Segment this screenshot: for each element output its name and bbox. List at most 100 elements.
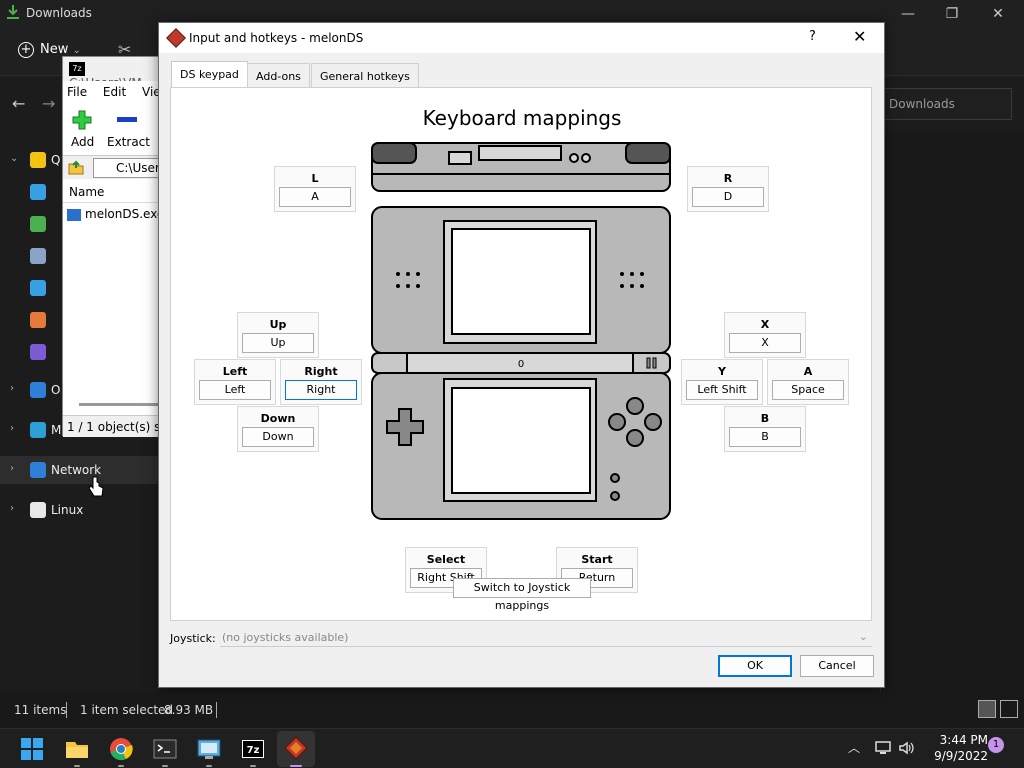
mapping-up: Up Up [237, 312, 319, 358]
keyboard-mappings-heading: Keyboard mappings [422, 106, 622, 130]
chevron-down-icon: ⌄ [72, 45, 81, 56]
volume-icon[interactable] [898, 740, 916, 756]
back-arrow-icon[interactable]: ← [12, 94, 25, 113]
melonds-taskbar-button[interactable] [277, 731, 315, 767]
network-icon[interactable] [874, 740, 892, 756]
menu-file[interactable]: File [67, 85, 87, 99]
nav-item-icon [30, 344, 46, 360]
key-right-button[interactable]: Right [285, 380, 357, 400]
chevron-down-icon: ⌄ [858, 630, 868, 643]
control-panel-icon[interactable] [195, 735, 223, 763]
folder-up-icon[interactable] [67, 158, 85, 176]
explorer-title: Downloads [26, 6, 92, 20]
file-explorer-icon[interactable] [63, 735, 91, 763]
key-left-button[interactable]: Left [199, 380, 271, 400]
nav-item-icon [30, 248, 46, 264]
running-indicator [162, 765, 168, 767]
key-r-button[interactable]: D [692, 187, 764, 207]
nav-item-icon [30, 422, 46, 438]
add-button[interactable]: Add [67, 105, 103, 153]
list-item[interactable]: melonDS.exe [67, 207, 164, 221]
chevron-right-icon[interactable]: › [10, 423, 14, 434]
mapping-down: Down Down [237, 406, 319, 452]
sevenzip-taskbar-icon[interactable]: 7z [239, 735, 267, 763]
running-indicator [206, 765, 212, 767]
mapping-x: X X [724, 312, 806, 358]
download-icon [7, 5, 19, 19]
nav-item-linux[interactable]: › Linux [0, 496, 158, 524]
details-view-icon[interactable] [978, 700, 996, 718]
key-a-button[interactable]: Space [772, 380, 844, 400]
cancel-button[interactable]: Cancel [800, 655, 874, 677]
terminal-icon[interactable] [151, 735, 179, 763]
status-separator [216, 702, 217, 718]
chevron-right-icon[interactable]: › [10, 383, 14, 394]
nav-item-icon [30, 382, 46, 398]
joystick-select[interactable]: (no joysticks available) ⌄ [220, 629, 872, 647]
key-l-button[interactable]: A [279, 187, 351, 207]
clock-time: 3:44 PM [939, 733, 988, 747]
column-header-name[interactable]: Name [63, 181, 163, 203]
nav-item-label: O [51, 383, 61, 397]
key-up-button[interactable]: Up [242, 333, 314, 353]
extract-minus-icon [117, 117, 137, 122]
system-clock[interactable]: 3:44 PM 9/9/2022 [928, 732, 988, 764]
windows-start-icon[interactable] [18, 735, 46, 763]
chevron-down-icon[interactable]: ⌄ [10, 153, 18, 164]
minimize-icon[interactable]: — [898, 4, 918, 24]
chevron-right-icon[interactable]: › [10, 503, 14, 514]
svg-text:7z: 7z [247, 745, 260, 756]
active-indicator [290, 765, 302, 767]
tab-add-ons[interactable]: Add-ons [247, 63, 310, 87]
nav-item-icon [30, 216, 46, 232]
sevenzip-file-list: Name melonDS.exe [63, 181, 164, 411]
key-x-button[interactable]: X [729, 333, 801, 353]
chevron-up-icon[interactable]: ︿ [848, 739, 860, 756]
ok-button[interactable]: OK [718, 655, 792, 677]
dialog-titlebar: Input and hotkeys - melonDS ? ✕ [159, 23, 884, 53]
help-icon[interactable]: ? [809, 29, 816, 44]
explorer-status-bar: 11 items 1 item selected 8.93 MB [0, 692, 1024, 728]
menu-edit[interactable]: Edit [103, 85, 126, 99]
key-y-button[interactable]: Left Shift [686, 380, 758, 400]
chrome-icon[interactable] [107, 735, 135, 763]
taskbar: 7z ︿ 3:44 PM 9/9/2022 1 [0, 728, 1024, 768]
plus-circle-icon: + [18, 42, 34, 58]
tiles-view-icon[interactable] [1000, 700, 1018, 718]
nav-item-icon [30, 312, 46, 328]
tab-general-hotkeys[interactable]: General hotkeys [311, 63, 419, 87]
close-icon[interactable]: ✕ [853, 27, 866, 46]
nav-item-label: Linux [51, 503, 84, 517]
melonds-icon [283, 735, 309, 761]
exe-file-icon [67, 208, 81, 221]
hand-cursor-icon [88, 476, 104, 497]
key-down-button[interactable]: Down [242, 427, 314, 447]
sevenzip-status-bar: 1 / 1 object(s) selected [63, 415, 163, 437]
switch-joystick-mappings-button[interactable]: Switch to Joystick mappings [453, 578, 591, 612]
running-indicator [74, 765, 80, 767]
clock-date: 9/9/2022 [934, 749, 988, 763]
mapping-a: A Space [767, 359, 849, 405]
nav-item-icon [30, 184, 46, 200]
notification-badge[interactable]: 1 [988, 737, 1004, 753]
mapping-y: Y Left Shift [681, 359, 763, 405]
forward-arrow-icon[interactable]: → [42, 94, 55, 113]
restore-icon[interactable]: ❐ [942, 4, 962, 24]
nav-item-icon [30, 152, 46, 168]
nav-item-network[interactable]: › Network [0, 456, 158, 484]
nav-item-label: Network [51, 463, 102, 477]
chevron-right-icon[interactable]: › [10, 463, 14, 474]
horizontal-scrollbar[interactable] [79, 403, 159, 406]
close-icon[interactable]: ✕ [988, 4, 1008, 24]
mapping-right: Right Right [280, 359, 362, 405]
tab-ds-keypad[interactable]: DS keypad [171, 61, 248, 89]
sevenzip-titlebar: 7zC:\Users\VM [63, 57, 163, 90]
status-separator [66, 702, 67, 718]
sevenzip-path-bar: C:\Users [63, 155, 163, 179]
path-input[interactable]: C:\Users [93, 158, 163, 178]
key-b-button[interactable]: B [729, 427, 801, 447]
sevenzip-toolbar: Add Extract [63, 105, 163, 153]
search-input[interactable]: Downloads [884, 88, 1012, 120]
extract-button[interactable]: Extract [107, 105, 157, 153]
nav-item-label: M [51, 423, 62, 437]
